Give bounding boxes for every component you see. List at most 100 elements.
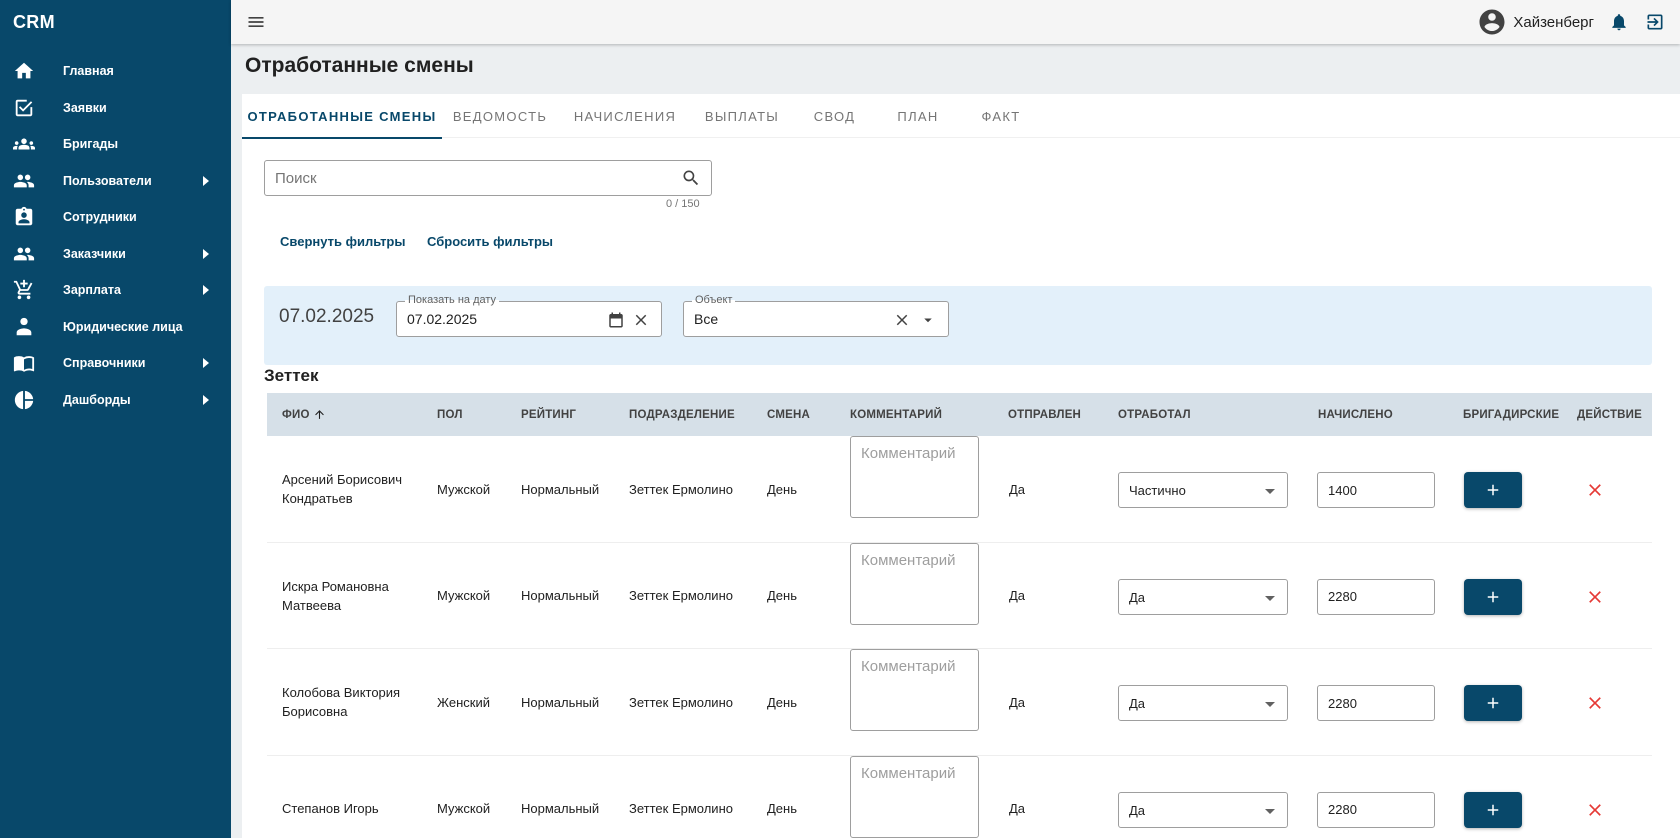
delete-icon[interactable] <box>1585 800 1605 820</box>
topbar: Хайзенберг <box>231 0 1680 44</box>
worked-select[interactable]: Да <box>1118 791 1288 828</box>
object-select-value[interactable]: Все <box>694 311 718 327</box>
date-field-label: Показать на дату <box>405 294 500 306</box>
sidebar-item-users[interactable]: Пользователи <box>0 163 231 200</box>
search-icon[interactable] <box>681 168 701 188</box>
comment-input[interactable] <box>850 755 979 838</box>
worked-select[interactable]: Да <box>1118 685 1288 721</box>
sidebar-item-dashboards[interactable]: Дашборды <box>0 382 231 419</box>
worked-select[interactable]: Да <box>1118 578 1288 615</box>
gender-cell: Женский <box>437 694 490 710</box>
worked-select-value: Частично <box>1129 483 1186 498</box>
tab-statement[interactable]: ВЕДОМОСТЬ <box>442 94 558 138</box>
book-icon <box>13 352 35 374</box>
tab-worked-shifts[interactable]: ОТРАБОТАННЫЕ СМЕНЫ <box>242 94 442 139</box>
avatar-icon[interactable] <box>1477 7 1507 37</box>
logout-icon[interactable] <box>1644 11 1666 33</box>
column-header-sent: ОТПРАВЛЕН <box>1008 408 1082 421</box>
column-header-accrued: НАЧИСЛЕНО <box>1318 408 1393 421</box>
sort-arrow-up-icon[interactable] <box>313 408 326 421</box>
sidebar-item-label: Заказчики <box>63 246 126 261</box>
employee-name: Арсений Борисович Кондратьев <box>282 472 403 506</box>
chevron-right-icon <box>203 358 209 369</box>
chevron-right-icon <box>203 285 209 296</box>
sidebar-item-label: Справочники <box>63 356 146 371</box>
accrued-input[interactable] <box>1317 578 1435 615</box>
sent-cell: Да <box>1009 588 1026 603</box>
comment-input[interactable] <box>850 542 979 625</box>
search-input[interactable] <box>275 161 665 195</box>
plus-icon <box>1487 804 1499 815</box>
sidebar-item-employees[interactable]: Сотрудники <box>0 199 231 236</box>
rating-cell: Нормальный <box>521 694 600 710</box>
sidebar-item-home[interactable]: Главная <box>0 53 231 90</box>
object-select[interactable]: Объект Все <box>683 294 949 337</box>
comment-input[interactable] <box>850 436 979 518</box>
delete-icon[interactable] <box>1585 480 1605 500</box>
employee-name: Искра Романовна Матвеева <box>282 578 389 613</box>
menu-icon[interactable] <box>245 11 267 33</box>
date-field-value[interactable]: 07.02.2025 <box>407 311 477 327</box>
sidebar-item-references[interactable]: Справочники <box>0 345 231 382</box>
brand-logo[interactable]: CRM <box>0 0 231 44</box>
delete-icon[interactable] <box>1585 587 1605 607</box>
tab-accruals[interactable]: НАЧИСЛЕНИЯ <box>558 94 692 138</box>
calendar-icon[interactable] <box>607 311 625 329</box>
username[interactable]: Хайзенберг <box>1513 14 1594 31</box>
accrued-input[interactable] <box>1317 791 1435 828</box>
current-date: 07.02.2025 <box>279 306 375 327</box>
sidebar-item-legal-entities[interactable]: Юридические лица <box>0 309 231 346</box>
main-content: ОТРАБОТАННЫЕ СМЕНЫ ВЕДОМОСТЬ НАЧИСЛЕНИЯ … <box>242 94 1680 838</box>
column-header-worked: ОТРАБОТАЛ <box>1118 408 1191 421</box>
sidebar-item-brigades[interactable]: Бригады <box>0 126 231 163</box>
rating-cell: Нормальный <box>521 801 600 816</box>
shifts-table: ФИО ПОЛ РЕЙТИНГ ПОДРАЗДЕЛЕНИЕ СМЕНА КОММ… <box>267 393 1652 838</box>
object-select-label: Объект <box>692 294 736 306</box>
worked-select-value: Да <box>1129 696 1146 711</box>
worked-select[interactable]: Частично <box>1118 472 1288 508</box>
sidebar-item-label: Заявки <box>63 100 107 115</box>
sidebar-item-customers[interactable]: Заказчики <box>0 236 231 273</box>
rating-cell: Нормальный <box>521 588 600 603</box>
add-foreman-bonus-button[interactable] <box>1464 685 1522 721</box>
tab-plan[interactable]: ПЛАН <box>877 94 959 138</box>
shift-cell: День <box>767 801 797 816</box>
badge-icon <box>13 206 35 228</box>
pie-chart-icon <box>13 389 35 411</box>
sidebar-item-label: Юридические лица <box>63 319 183 334</box>
bell-icon[interactable] <box>1608 11 1630 33</box>
tab-payments[interactable]: ВЫПЛАТЫ <box>692 94 792 138</box>
accrued-input[interactable] <box>1317 685 1435 721</box>
table-row: Колобова Виктория Борисовна Женский Норм… <box>267 649 1652 756</box>
user-area: Хайзенберг <box>1477 0 1666 44</box>
sent-cell: Да <box>1009 481 1026 497</box>
clear-icon[interactable] <box>893 311 911 329</box>
tab-summary[interactable]: СВОД <box>792 94 877 138</box>
reset-filters-button[interactable]: Сбросить фильтры <box>427 234 553 249</box>
people-icon <box>13 243 35 265</box>
plus-icon <box>1487 697 1499 709</box>
table-row: Арсений Борисович Кондратьев Мужской Нор… <box>267 436 1652 543</box>
table-row: Степанов Игорь Мужской Нормальный Зеттек… <box>267 755 1652 838</box>
plus-icon <box>1487 484 1499 496</box>
comment-input[interactable] <box>850 649 979 731</box>
column-header-foreman-bonus: БРИГАДИРСКИЕ <box>1463 408 1560 421</box>
clear-icon[interactable] <box>632 311 650 329</box>
tab-fact[interactable]: ФАКТ <box>959 94 1043 138</box>
sidebar-item-salary[interactable]: Зарплата <box>0 272 231 309</box>
add-foreman-bonus-button[interactable] <box>1464 578 1522 615</box>
division-cell: Зеттек Ермолино <box>629 694 733 710</box>
tabs: ОТРАБОТАННЫЕ СМЕНЫ ВЕДОМОСТЬ НАЧИСЛЕНИЯ … <box>242 94 1680 139</box>
caret-down-icon[interactable] <box>919 311 937 329</box>
add-foreman-bonus-button[interactable] <box>1464 791 1522 828</box>
column-header-name[interactable]: ФИО <box>282 393 326 436</box>
filter-panel: 07.02.2025 Показать на дату 07.02.2025 О… <box>264 286 1652 365</box>
sidebar-item-requests[interactable]: Заявки <box>0 90 231 127</box>
column-header-shift: СМЕНА <box>767 408 811 421</box>
date-field[interactable]: Показать на дату 07.02.2025 <box>396 294 662 337</box>
accrued-input[interactable] <box>1317 472 1435 508</box>
delete-icon[interactable] <box>1585 693 1605 713</box>
collapse-filters-button[interactable]: Свернуть фильтры <box>280 234 405 249</box>
group-title: Зеттек <box>264 366 319 385</box>
add-foreman-bonus-button[interactable] <box>1464 472 1522 508</box>
